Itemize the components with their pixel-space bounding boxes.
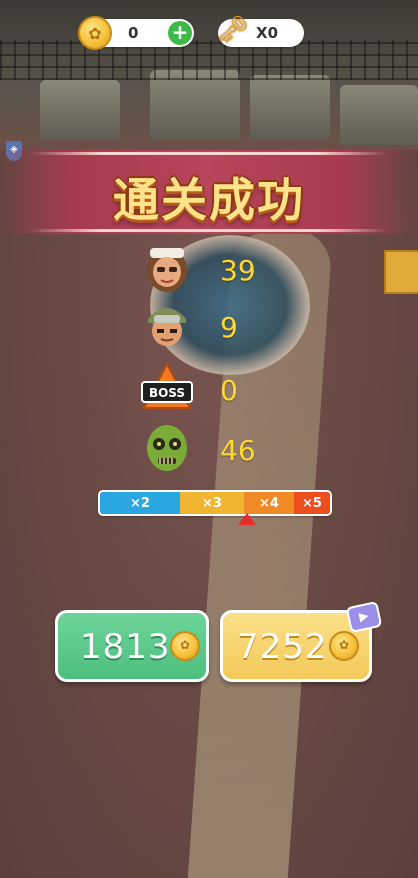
coin-icon: ✿ (78, 16, 112, 50)
video-ad-icon: ▶ (345, 600, 383, 634)
video-reward-amount: 7252 (237, 627, 328, 667)
key-count: X0 (256, 24, 279, 42)
kill-row-woman: 39 (140, 240, 290, 300)
kill-row-boss: BOSS 0 (140, 360, 290, 420)
multiplier-segment: ×4 (244, 492, 294, 514)
woman-survivor-face-icon (147, 248, 187, 292)
kill-row-zombie: 46 (140, 420, 290, 480)
tent-icon (150, 70, 240, 140)
zombie-face-icon (147, 425, 187, 471)
banner-title: 通关成功 (113, 173, 305, 227)
tent-icon (40, 80, 120, 140)
level-complete-banner: 通关成功 (0, 150, 418, 234)
coin-count: 0 (128, 24, 139, 42)
kill-count: 0 (220, 374, 238, 407)
multiplier-segment: ×2 (100, 492, 180, 514)
multiplier-segment: ×5 (294, 492, 330, 514)
key-counter: 🗝 X0 (216, 15, 304, 47)
tent-icon (250, 75, 330, 140)
multiplier-pointer-icon (238, 513, 256, 525)
coin-icon: ✿ (329, 631, 359, 661)
crate (384, 250, 418, 294)
boss-label: BOSS (149, 386, 185, 400)
tent-icon (340, 85, 418, 145)
kill-count: 9 (220, 311, 238, 344)
add-coins-button[interactable]: + (168, 21, 192, 45)
normal-reward-amount: 1813 (80, 627, 171, 667)
kill-count: 46 (220, 434, 256, 467)
boss-warning-icon: BOSS (141, 361, 193, 409)
key-icon: 🗝 (216, 15, 250, 45)
game-screen: ✿ 0 + 🗝 X0 ◈ 通关成功 39 9 (0, 0, 418, 878)
collect-reward-button[interactable]: 1813 ✿ (55, 610, 209, 682)
kill-row-soldier: 9 (140, 297, 290, 357)
fence (0, 40, 418, 80)
coin-counter: ✿ 0 + (78, 16, 194, 50)
kill-count: 39 (220, 254, 256, 287)
multiplier-bar: ×2 ×3 ×4 ×5 (98, 490, 332, 516)
multiplier-segment: ×3 (180, 492, 244, 514)
coin-icon: ✿ (170, 631, 200, 661)
soldier-face-icon (148, 308, 186, 346)
